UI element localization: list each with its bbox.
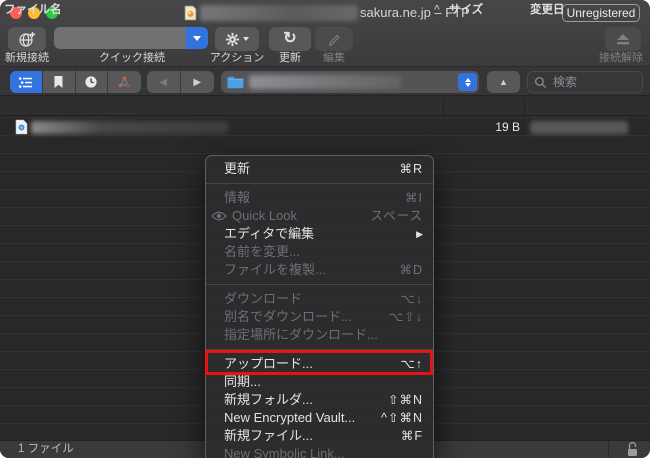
globe-plus-icon [18,31,36,48]
search-input[interactable] [551,74,635,90]
menu-item-download: ダウンロード ⌥↓ [206,290,433,308]
menu-separator [206,183,433,184]
redacted-file-name [31,121,229,134]
clock-icon [84,75,98,89]
action-label: アクション [209,52,265,64]
file-count-label: 1 ファイル [18,441,74,458]
network-nodes-icon [117,75,132,89]
redacted-server-name [200,5,358,21]
menu-item-new-encrypted-vault[interactable]: New Encrypted Vault... ^⇧⌘N [206,409,433,427]
menu-item-duplicate-file: ファイルを複製... ⌘D [206,261,433,279]
document-proxy-icon [184,5,197,21]
menu-item-new-symbolic-link: New Symbolic Link... [206,445,433,458]
up-triangle-icon: ▲ [499,77,508,87]
quick-connect-field[interactable] [54,27,208,49]
bookmarks-segment[interactable] [43,71,76,93]
refresh-icon: ↻ [283,31,296,47]
edit-label: 編集 [320,52,348,64]
redacted-path-text [249,75,401,89]
path-stepper-control[interactable] [458,73,477,91]
bookmark-icon [53,75,64,89]
chevron-down-icon [193,36,201,41]
menu-item-refresh[interactable]: 更新 ⌘R [206,160,433,178]
table-header [0,96,650,116]
menu-item-download-as: 別名でダウンロード... ⌥⇧↓ [206,308,433,326]
column-header-size[interactable]: サイズ [449,0,483,20]
chevron-down-icon [243,37,249,41]
history-nav-control: ◀ ▶ [147,71,214,93]
menu-item-edit-in-editor[interactable]: エディタで編集 ▶ [206,225,433,243]
column-header-modified[interactable]: 変更日 [530,0,565,20]
sort-ascending-icon: ^ [434,0,440,20]
chevron-down-icon [465,83,471,87]
go-up-directory-button[interactable]: ▲ [487,71,520,93]
menu-item-sync[interactable]: 同期... [206,373,433,391]
back-button: ◀ [147,71,181,93]
new-connection-label: 新規接続 [0,52,54,64]
unlocked-padlock-icon [625,441,640,457]
column-divider [524,97,525,115]
path-popup-button[interactable] [221,71,479,93]
disconnect-button [605,27,641,51]
column-header-filename[interactable]: ファイル名 [4,0,62,20]
eject-icon [615,33,631,46]
pencil-icon [327,32,341,46]
folder-icon [226,74,245,90]
network-segment[interactable] [108,71,141,93]
column-divider [443,97,444,115]
ftp-client-window: sakura.ne.jp – FTP Unregistered 新規接続 クイッ… [0,0,650,458]
edit-button [315,27,353,51]
list-tree-icon [18,76,33,89]
menu-item-info: 情報 ⌘I [206,189,433,207]
quick-connect-dropdown-button[interactable] [186,27,208,49]
menu-item-download-to: 指定場所にダウンロード... [206,326,433,344]
view-list-segment[interactable] [10,71,43,93]
refresh-label: 更新 [276,52,304,64]
new-connection-button[interactable] [8,27,46,51]
forward-button[interactable]: ▶ [181,71,215,93]
forward-arrow-icon: ▶ [193,77,201,88]
context-menu: 更新 ⌘R 情報 ⌘I Quick Look スペース エディタで編集 ▶ 名前… [205,155,434,458]
history-segment[interactable] [76,71,109,93]
statusbar-divider [608,441,609,458]
back-arrow-icon: ◀ [159,77,167,88]
menu-separator [206,284,433,285]
menu-item-quick-look: Quick Look スペース [206,207,433,225]
search-field[interactable] [527,71,643,93]
redacted-modified-date [530,121,628,134]
annotation-highlight-box [205,350,433,375]
gear-icon [225,32,240,47]
file-size-cell: 19 B [440,118,520,136]
menu-item-new-folder[interactable]: 新規フォルダ... ⇧⌘N [206,391,433,409]
refresh-button[interactable]: ↻ [269,27,311,51]
menu-item-rename: 名前を変更... [206,243,433,261]
file-document-icon [15,119,28,135]
unregistered-badge[interactable]: Unregistered [562,4,640,22]
action-button[interactable] [215,27,259,51]
disconnect-label: 接続解除 [594,52,648,64]
submenu-arrow-icon: ▶ [416,225,423,243]
search-icon [534,76,547,89]
eye-icon [211,211,227,221]
menu-item-new-file[interactable]: 新規ファイル... ⌘F [206,427,433,445]
view-segmented-control [10,71,141,93]
quick-connect-label: クイック接続 [82,52,182,64]
chevron-up-icon [465,78,471,82]
